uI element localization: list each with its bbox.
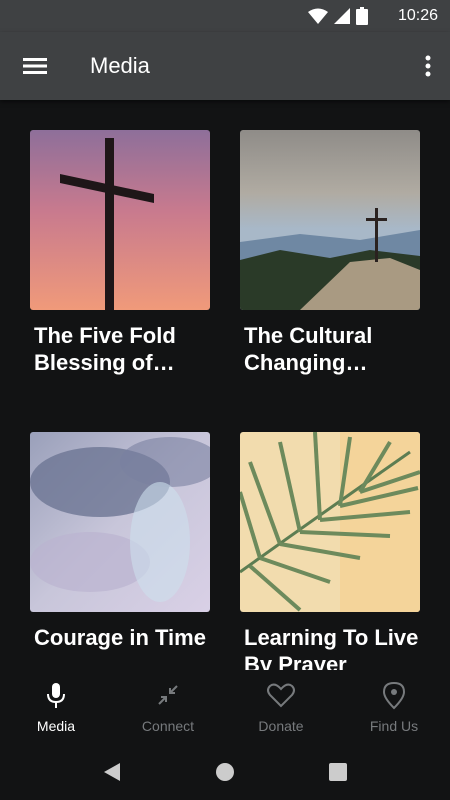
bottom-navigation: Media Connect Donate Find Us — [0, 670, 450, 744]
system-navigation-bar — [0, 744, 450, 800]
heart-icon — [267, 683, 295, 708]
collapse-arrows-icon — [158, 685, 178, 705]
wifi-icon — [308, 8, 328, 24]
nav-item-donate[interactable]: Donate — [225, 680, 337, 740]
page-title: Media — [90, 53, 150, 78]
status-bar: 10:26 — [0, 0, 450, 32]
hamburger-menu-icon[interactable] — [18, 52, 52, 80]
media-card-title: The Five Fold Blessing of Ret... — [34, 323, 176, 375]
media-grid: The Five Fold Blessing of Ret... The Cul… — [0, 100, 450, 670]
home-icon[interactable] — [213, 760, 237, 784]
media-thumbnail-palm-leaf — [240, 432, 420, 612]
media-card-title: Courage in Time — [34, 625, 206, 650]
status-icons — [308, 7, 368, 25]
back-icon[interactable] — [100, 760, 124, 784]
media-thumbnail-mountain-cross — [240, 130, 420, 310]
location-pin-icon — [382, 681, 406, 710]
nav-label-media: Media — [36, 718, 76, 734]
media-card-title: Learning To Live By Prayer — [244, 625, 419, 670]
nav-item-find-us[interactable]: Find Us — [338, 680, 450, 740]
nav-label-connect: Connect — [141, 718, 195, 734]
nav-item-media[interactable]: Media — [0, 680, 112, 740]
media-thumbnail-clouds — [30, 432, 210, 612]
signal-icon — [334, 8, 350, 24]
status-time: 10:26 — [397, 7, 438, 24]
media-card[interactable]: Courage in Time — [30, 432, 210, 651]
app-bar: Media — [0, 32, 450, 100]
nav-label-donate: Donate — [258, 718, 304, 734]
nav-label-find-us: Find Us — [369, 718, 419, 734]
media-card[interactable]: The Cultural Changing Impa... — [240, 130, 420, 376]
media-thumbnail-cross-sunset — [30, 130, 210, 310]
more-vert-icon[interactable] — [420, 52, 436, 80]
microphone-icon — [47, 683, 65, 708]
media-card[interactable]: The Five Fold Blessing of Ret... — [30, 130, 210, 376]
media-card[interactable]: Learning To Live By Prayer — [240, 432, 420, 670]
battery-icon — [356, 7, 368, 25]
nav-item-connect[interactable]: Connect — [112, 680, 224, 740]
media-card-title: The Cultural Changing Impa... — [244, 323, 373, 375]
recents-icon[interactable] — [326, 760, 350, 784]
